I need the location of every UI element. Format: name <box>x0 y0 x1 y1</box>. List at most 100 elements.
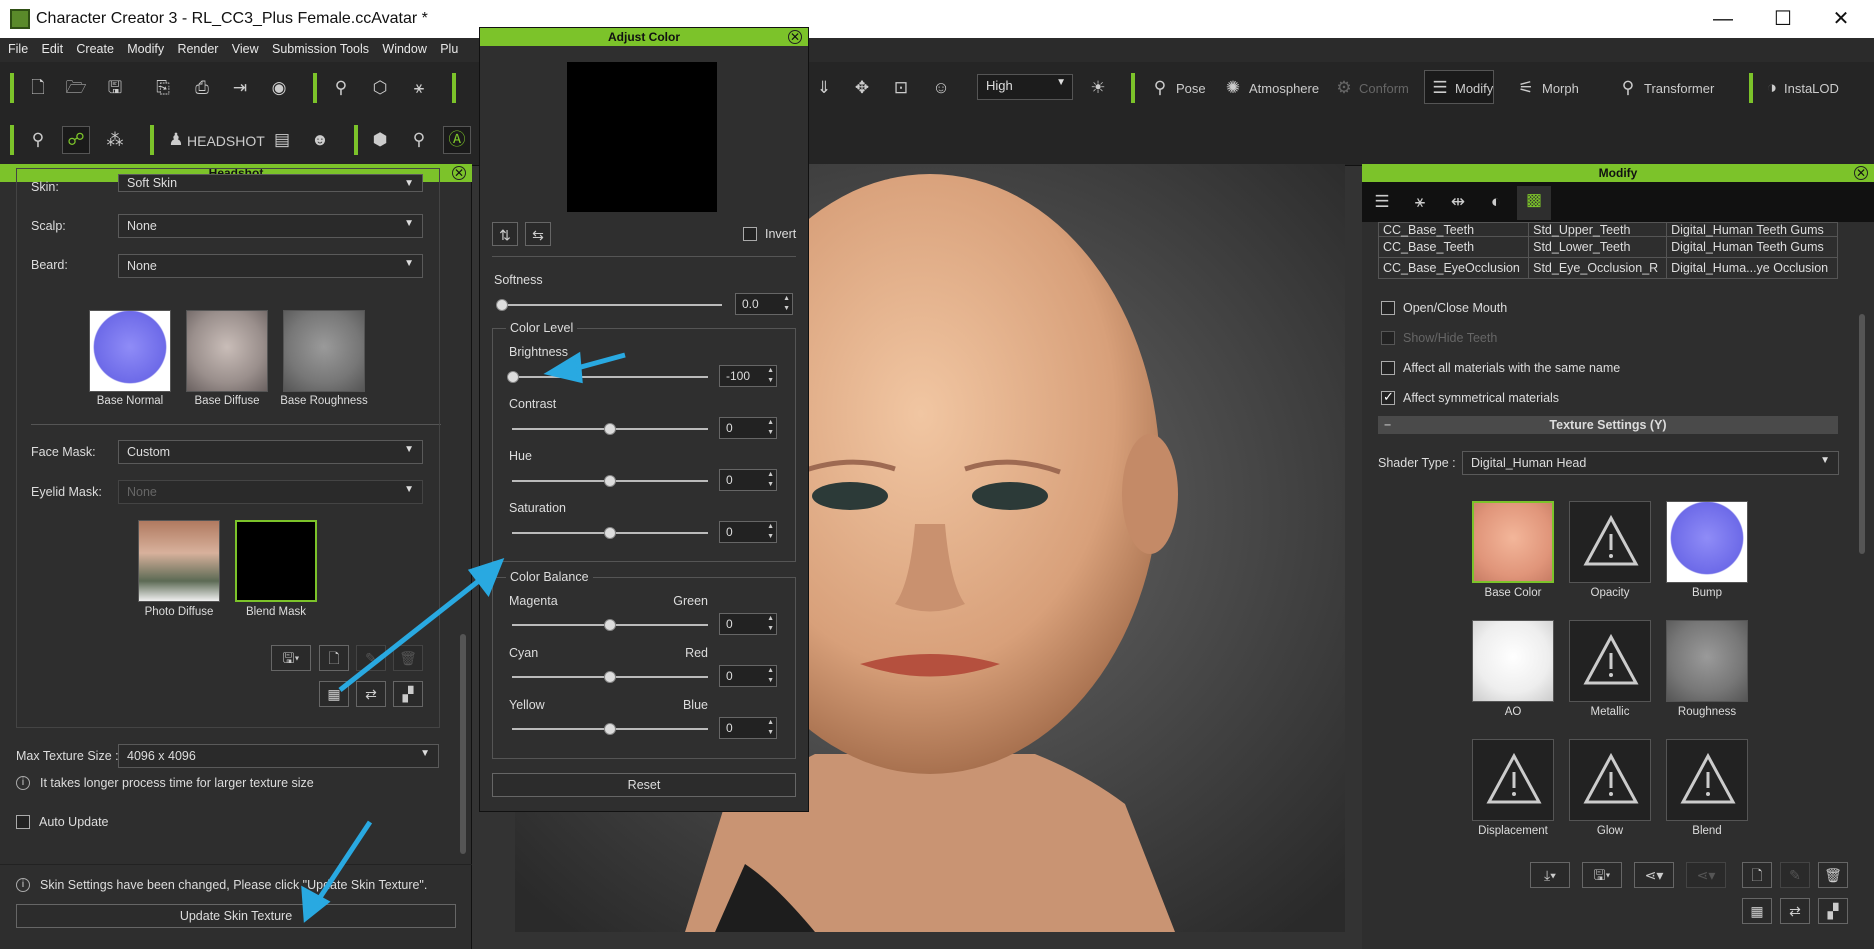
base-roughness-thumbnail[interactable] <box>283 310 365 392</box>
minimize-button[interactable]: — <box>1700 4 1746 34</box>
menu-render[interactable]: Render <box>169 38 218 56</box>
maximize-button[interactable]: ☐ <box>1760 4 1806 34</box>
instalod-icon[interactable]: ◑ <box>1758 74 1786 102</box>
new-texture-icon[interactable]: 🗋 <box>319 645 349 671</box>
face-mask-dropdown[interactable]: Custom ▼ <box>118 440 423 464</box>
menu-file[interactable]: File <box>0 38 28 56</box>
table-row[interactable]: CC_Base_Teeth Std_Upper_Teeth Digital_Hu… <box>1377 222 1838 237</box>
inspect-icon[interactable]: ⚲ <box>405 126 433 154</box>
import-fbx-icon[interactable]: ⎙ <box>188 74 216 102</box>
body-tool-icon[interactable]: ⚲ <box>24 126 52 154</box>
atmosphere-icon[interactable]: ✺ <box>1219 74 1247 102</box>
save-icon[interactable]: 🖫 <box>101 74 129 102</box>
share-dropdown-icon[interactable]: ⋖▾ <box>1634 862 1674 888</box>
table-row[interactable]: CC_Base_EyeOcclusion Std_Eye_Occlusion_R… <box>1377 257 1838 279</box>
table-row[interactable]: CC_Base_Teeth Std_Lower_Teeth Digital_Hu… <box>1377 236 1838 258</box>
new-texture-icon[interactable]: 🗋 <box>1742 862 1772 888</box>
metallic-slot[interactable] <box>1569 620 1651 702</box>
menu-submission-tools[interactable]: Submission Tools <box>264 38 369 56</box>
pose-tool-icon[interactable]: ⚹ <box>405 74 433 102</box>
conform-label[interactable]: Conform <box>1359 81 1409 96</box>
close-icon[interactable]: ✕ <box>1854 166 1868 180</box>
affect-symmetrical-checkbox[interactable] <box>1381 389 1395 405</box>
menu-modify[interactable]: Modify <box>119 38 164 56</box>
brightness-value[interactable]: -100 <box>719 365 777 387</box>
save-dropdown-icon[interactable]: 🖫▾ <box>1582 862 1622 888</box>
render-icon[interactable]: ◉ <box>265 74 293 102</box>
swap-icon[interactable]: ⇄ <box>1780 898 1810 924</box>
texture-settings-header[interactable]: − Texture Settings (Y) <box>1378 416 1838 434</box>
menu-view[interactable]: View <box>224 38 259 56</box>
hue-slider-handle[interactable] <box>604 475 616 487</box>
show-hide-teeth-checkbox[interactable] <box>1381 331 1395 345</box>
new-file-icon[interactable]: 🗋 <box>24 74 52 102</box>
opacity-slot[interactable] <box>1569 501 1651 583</box>
close-button[interactable]: ✕ <box>1818 4 1864 34</box>
headshot-label[interactable]: HEADSHOT <box>187 133 265 149</box>
import-icon[interactable]: ⎘ <box>149 74 177 102</box>
edit-disabled-icon[interactable]: ✎ <box>356 645 386 671</box>
delete-disabled-icon[interactable]: 🗑 <box>393 645 423 671</box>
contrast-value[interactable]: 0 <box>719 417 777 439</box>
transformer-label[interactable]: Transformer <box>1644 81 1714 96</box>
saturation-value[interactable]: 0 <box>719 521 777 543</box>
auto-update-checkbox[interactable] <box>16 815 30 829</box>
frame-icon[interactable]: ⊡ <box>887 74 915 102</box>
grid-icon[interactable]: ▦ <box>1742 898 1772 924</box>
invert-checkbox[interactable] <box>743 227 757 241</box>
align-icon[interactable]: ⇓ <box>810 74 838 102</box>
light-icon[interactable]: ☀ <box>1084 74 1112 102</box>
affect-same-name-checkbox[interactable] <box>1381 361 1395 375</box>
brightness-slider-handle[interactable] <box>507 371 519 383</box>
cyan-red-value[interactable]: 0 <box>719 665 777 687</box>
magenta-green-slider-handle[interactable] <box>604 619 616 631</box>
share-disabled-icon[interactable]: ⋖▾ <box>1686 862 1726 888</box>
grid-icon[interactable]: ▦ <box>319 681 349 707</box>
load-dropdown-icon[interactable]: ⤓▾ <box>1530 862 1570 888</box>
save-dropdown-icon[interactable]: 🖫▾ <box>271 645 311 671</box>
base-diffuse-thumbnail[interactable] <box>186 310 268 392</box>
flip-vertical-icon[interactable]: ⇅ <box>492 222 518 246</box>
base-normal-thumbnail[interactable] <box>89 310 171 392</box>
tab-align-icon[interactable]: ⇹ <box>1444 188 1472 216</box>
auto-icon[interactable]: Ⓐ <box>443 126 471 154</box>
headshot-tool-icon[interactable]: ☍ <box>62 126 90 154</box>
cube-icon[interactable]: ⬡ <box>366 74 394 102</box>
flip-horizontal-icon[interactable]: ⇆ <box>525 222 551 246</box>
ao-texture[interactable] <box>1472 620 1554 702</box>
scrollbar[interactable] <box>460 634 466 854</box>
pose-icon[interactable]: ⚲ <box>1146 74 1174 102</box>
shader-type-dropdown[interactable]: Digital_Human Head ▼ <box>1462 451 1839 475</box>
blend-mask-thumbnail[interactable] <box>235 520 317 602</box>
contrast-slider-handle[interactable] <box>604 423 616 435</box>
skin-dropdown[interactable]: Soft Skin ▼ <box>118 174 423 192</box>
saturation-slider-handle[interactable] <box>604 527 616 539</box>
tab-material-icon[interactable]: ◐ <box>1482 188 1510 216</box>
close-icon[interactable]: ✕ <box>788 30 802 44</box>
pose-label[interactable]: Pose <box>1176 81 1206 96</box>
glow-slot[interactable] <box>1569 739 1651 821</box>
softness-slider-track[interactable] <box>502 304 722 306</box>
base-color-texture[interactable] <box>1472 501 1554 583</box>
menu-create[interactable]: Create <box>68 38 114 56</box>
box-icon[interactable]: ⬢ <box>366 126 394 154</box>
eyelid-mask-dropdown[interactable]: None ▼ <box>118 480 423 504</box>
tab-pose-icon[interactable]: ⚹ <box>1406 188 1434 216</box>
open-folder-icon[interactable]: 🗁 <box>62 74 90 102</box>
delete-icon[interactable]: 🗑 <box>1818 862 1848 888</box>
move-icon[interactable]: ✥ <box>848 74 876 102</box>
menu-window[interactable]: Window <box>374 38 426 56</box>
roughness-texture[interactable] <box>1666 620 1748 702</box>
reset-button[interactable]: Reset <box>492 773 796 797</box>
quality-dropdown[interactable]: High ▼ <box>977 74 1073 100</box>
close-icon[interactable]: ✕ <box>452 166 466 180</box>
headshot-logo-icon[interactable]: ♟ <box>162 126 190 154</box>
tab-sliders-icon[interactable]: ☰ <box>1368 188 1396 216</box>
scalp-dropdown[interactable]: None ▼ <box>118 214 423 238</box>
yellow-blue-value[interactable]: 0 <box>719 717 777 739</box>
magenta-green-value[interactable]: 0 <box>719 613 777 635</box>
atmosphere-label[interactable]: Atmosphere <box>1249 81 1319 96</box>
texture-icon[interactable]: ▤ <box>268 126 296 154</box>
morph-label[interactable]: Morph <box>1542 81 1579 96</box>
expression-icon[interactable]: ☺ <box>927 74 955 102</box>
